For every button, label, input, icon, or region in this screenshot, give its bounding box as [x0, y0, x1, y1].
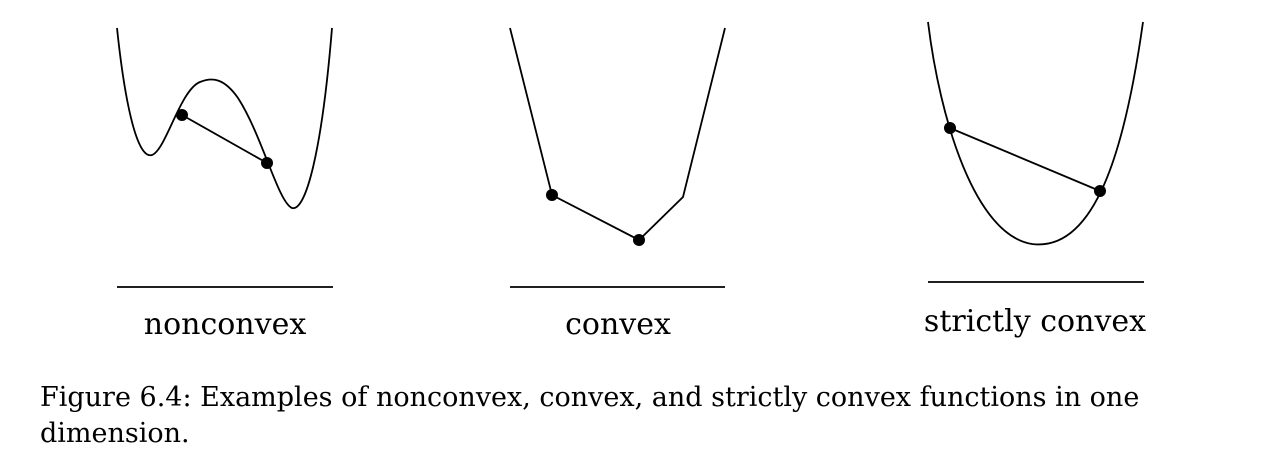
figure-caption: Figure 6.4: Examples of nonconvex, conve… — [40, 380, 1240, 452]
caption-text: Examples of nonconvex, convex, and stric… — [40, 382, 1140, 449]
convex-point-left — [546, 189, 558, 201]
convex-curve — [509, 27, 726, 242]
strictly-convex-label: strictly convex — [923, 304, 1147, 339]
nonconvex-label: nonconvex — [143, 307, 307, 342]
convex-label: convex — [565, 307, 671, 342]
strictly-convex-panel — [927, 21, 1144, 283]
convex-point-right — [633, 234, 645, 246]
strictly-convex-point-right — [1094, 185, 1106, 197]
strictly-convex-point-left — [944, 122, 956, 134]
caption-prefix: Figure 6.4: — [40, 382, 192, 413]
nonconvex-point-right — [261, 157, 273, 169]
convex-panel — [509, 27, 726, 288]
nonconvex-chord — [181, 114, 268, 164]
nonconvex-panel — [116, 27, 333, 288]
strictly-convex-chord — [949, 127, 1101, 192]
nonconvex-point-left — [176, 109, 188, 121]
nonconvex-curve — [116, 27, 333, 209]
